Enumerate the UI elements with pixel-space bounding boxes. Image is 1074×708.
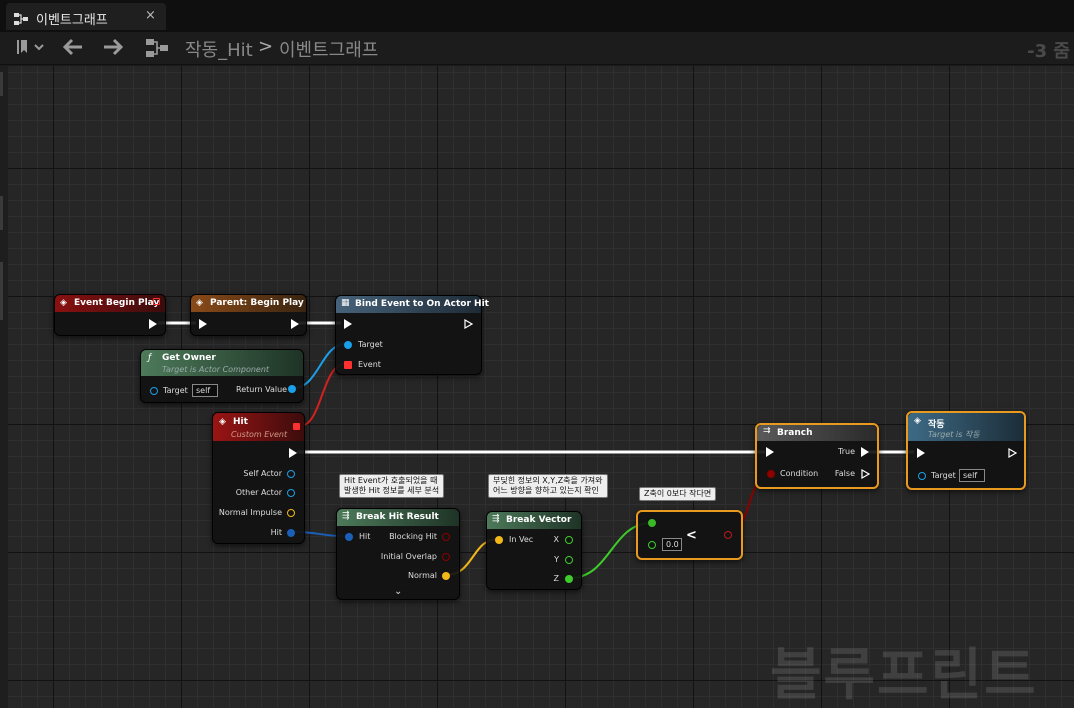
node-title: Parent: Begin Play (210, 298, 304, 308)
node-title: Bind Event to On Actor Hit (355, 299, 489, 309)
b-value-field[interactable]: 0.0 (662, 538, 682, 551)
event-icon: ◈ (219, 417, 226, 427)
event-pin[interactable] (344, 361, 352, 369)
target-pin[interactable] (918, 472, 926, 480)
x-pin[interactable] (565, 536, 573, 544)
return-value-pin[interactable] (288, 385, 296, 393)
node-parent-begin-play[interactable]: ◈ Parent: Begin Play (190, 294, 307, 336)
node-title: Hit (233, 417, 248, 427)
function-icon: ▦ (341, 298, 350, 308)
pin-label: False (834, 469, 855, 478)
exec-out-pin[interactable] (464, 319, 473, 329)
delegate-pin[interactable] (153, 298, 160, 305)
node-branch[interactable]: ⇉ Branch True Condition False (755, 423, 879, 489)
normal-impulse-pin[interactable] (287, 509, 295, 517)
z-pin[interactable] (565, 575, 573, 583)
pin-label: Event (358, 360, 381, 369)
exec-out-pin[interactable] (149, 319, 157, 329)
pin-label: Target (931, 471, 956, 480)
in-vec-pin[interactable] (495, 536, 503, 544)
bool-out-pin[interactable] (724, 531, 732, 539)
comment-line: 어느 방향을 향하고 있는지 확인 (493, 486, 599, 495)
pin-label: Blocking Hit (389, 532, 437, 541)
node-subtitle: Target is 작동 (928, 430, 980, 439)
comment-line: 발생한 Hit 정보를 세부 분석 (344, 486, 440, 495)
pin-label: Condition (780, 469, 819, 478)
break-icon: ⇶ (342, 511, 350, 521)
pin-label: Normal Impulse (218, 508, 282, 517)
branch-icon: ⇉ (763, 426, 771, 436)
exec-in-pin[interactable] (766, 447, 774, 457)
node-subtitle: Target is Actor Component (162, 365, 270, 374)
initial-overlap-pin[interactable] (442, 553, 450, 561)
function-icon: ◈ (196, 298, 203, 308)
a-pin[interactable] (648, 519, 656, 527)
pin-label: Return Value (236, 385, 288, 394)
false-exec-pin[interactable] (861, 469, 870, 479)
node-action[interactable]: ◈ 작동 Target is 작동 Target self (906, 411, 1026, 490)
comment-line: 부딪힌 정보의 X,Y,Z축을 가져와 (493, 476, 603, 485)
node-get-owner[interactable]: ƒ Get Owner Target is Actor Component Ta… (140, 349, 304, 403)
comment-vector[interactable]: 부딪힌 정보의 X,Y,Z축을 가져와 어느 방향을 향하고 있는지 확인 (488, 474, 608, 498)
pin-label: X (553, 535, 559, 544)
pin-label: Normal (408, 571, 437, 580)
pin-label: Other Actor (235, 488, 282, 497)
normal-pin[interactable] (442, 572, 450, 580)
self-actor-pin[interactable] (287, 470, 295, 478)
other-actor-pin[interactable] (287, 489, 295, 497)
comment-line: Z축이 0보다 작다면 (644, 489, 712, 498)
pin-label: Hit (359, 532, 371, 541)
blueprint-watermark: 블루프린트 (770, 643, 1038, 708)
node-title: Break Hit Result (356, 512, 439, 522)
break-icon: ⇶ (492, 514, 500, 524)
node-title: Get Owner (162, 353, 216, 363)
target-pin[interactable] (344, 341, 352, 349)
pin-label: Hit (270, 528, 282, 537)
node-event-begin-play[interactable]: ◈ Event Begin Play (54, 294, 166, 336)
pin-label: Self Actor (243, 469, 282, 478)
condition-pin[interactable] (767, 470, 775, 478)
event-icon: ◈ (60, 298, 67, 308)
comment-hit[interactable]: Hit Event가 호출되었을 때 발생한 Hit 정보를 세부 분석 (339, 474, 445, 498)
exec-in-pin[interactable] (344, 319, 352, 329)
true-exec-pin[interactable] (861, 447, 869, 457)
pin-label: Initial Overlap (380, 552, 437, 561)
pin-label: Z (553, 574, 559, 583)
node-break-vector[interactable]: ⇶ Break Vector In Vec X Y Z (486, 511, 582, 590)
comment-line: Hit Event가 호출되었을 때 (344, 476, 438, 485)
hit-in-pin[interactable] (345, 533, 353, 541)
comment-z[interactable]: Z축이 0보다 작다면 (639, 487, 717, 501)
pin-label: Target (163, 386, 188, 395)
node-subtitle: Custom Event (231, 430, 288, 439)
b-pin[interactable] (648, 541, 656, 549)
expand-arrow-icon[interactable]: ⌄ (394, 586, 402, 597)
function-icon: ƒ (148, 353, 152, 363)
delegate-pin[interactable] (293, 423, 300, 430)
node-title: Break Vector (506, 515, 572, 525)
blocking-hit-pin[interactable] (442, 533, 450, 541)
pin-label: Target (358, 340, 383, 349)
exec-out-pin[interactable] (1008, 448, 1017, 458)
function-icon: ◈ (914, 416, 921, 426)
node-bind-event[interactable]: ▦ Bind Event to On Actor Hit Target Even… (335, 295, 489, 375)
less-than-operator: < (686, 528, 697, 543)
target-value-field[interactable]: self (192, 384, 218, 397)
pin-label: In Vec (509, 535, 534, 544)
exec-in-pin[interactable] (917, 448, 925, 458)
target-pin[interactable] (150, 387, 158, 395)
exec-out-pin[interactable] (289, 448, 297, 458)
node-break-hit-result[interactable]: ⇶ Break Hit Result Hit Blocking Hit Init… (336, 508, 460, 600)
pin-label: Y (554, 555, 559, 564)
node-title: Branch (777, 428, 813, 438)
hit-pin[interactable] (287, 529, 295, 537)
target-value-field[interactable]: self (959, 469, 985, 482)
exec-out-pin[interactable] (291, 319, 299, 329)
pin-label: True (838, 447, 855, 456)
node-less-than[interactable]: 0.0 < (636, 510, 743, 560)
node-hit-event[interactable]: ◈ Hit Custom Event Self Actor Other Acto… (212, 412, 305, 544)
exec-in-pin[interactable] (199, 319, 207, 329)
y-pin[interactable] (565, 556, 573, 564)
node-title: Event Begin Play (74, 298, 160, 308)
